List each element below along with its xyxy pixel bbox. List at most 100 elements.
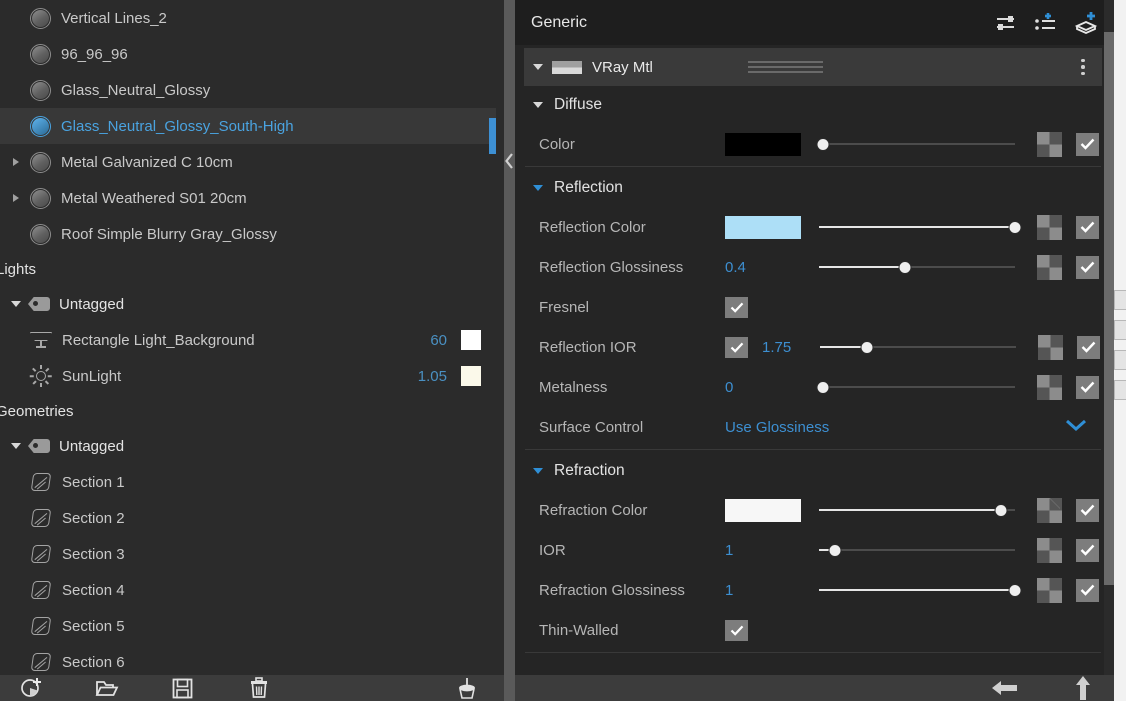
material-row[interactable]: Vertical Lines_2 (0, 0, 504, 36)
param-value[interactable]: 0.4 (725, 259, 801, 276)
geometry-row[interactable]: Section 6 (0, 644, 504, 675)
light-intensity: 60 (430, 331, 447, 349)
material-node-row[interactable]: VRay Mtl (524, 48, 1102, 86)
material-sphere-icon (30, 7, 51, 29)
group-header-refraction[interactable]: Refraction (515, 452, 1111, 490)
delete-button[interactable] (242, 676, 276, 700)
divider (525, 449, 1101, 450)
back-button[interactable] (988, 676, 1022, 700)
light-color-swatch[interactable] (461, 330, 481, 350)
collapse-panel-chevron-icon[interactable] (504, 150, 515, 172)
lights-untagged-group[interactable]: Untagged (0, 286, 504, 322)
enable-checkbox[interactable] (1076, 498, 1099, 522)
left-scrollbar-track[interactable] (496, 0, 504, 675)
add-to-list-icon[interactable] (1031, 8, 1061, 38)
value-slider[interactable] (819, 580, 1022, 600)
geometry-row[interactable]: Section 3 (0, 536, 504, 572)
divider (525, 166, 1101, 167)
left-scrollbar-thumb[interactable] (489, 118, 496, 154)
texture-slot-icon[interactable] (1037, 374, 1062, 400)
material-collapse-arrow-icon[interactable] (530, 48, 546, 86)
texture-slot-icon[interactable] (1037, 214, 1062, 240)
param-value[interactable]: 1 (725, 542, 801, 559)
material-row[interactable]: Metal Weathered S01 20cm (0, 180, 504, 216)
panel-splitter[interactable] (504, 0, 515, 675)
chevron-down-icon[interactable] (1065, 418, 1087, 437)
param-label: Fresnel (539, 298, 590, 316)
param-value[interactable]: 1 (725, 582, 801, 599)
geometry-row[interactable]: Section 2 (0, 500, 504, 536)
texture-slot-icon[interactable] (1037, 577, 1062, 603)
geometry-row[interactable]: Section 4 (0, 572, 504, 608)
param-label: Color (539, 135, 575, 153)
enable-checkbox[interactable] (1076, 215, 1099, 239)
collapse-arrow-icon[interactable] (8, 286, 24, 322)
group-header-diffuse[interactable]: Diffuse (515, 86, 1111, 124)
param-row-reflection-color: Reflection Color (515, 207, 1111, 247)
param-value[interactable]: 1.75 (762, 339, 802, 356)
color-swatch[interactable] (725, 498, 801, 522)
material-sphere-icon (30, 43, 51, 65)
param-row-diffuse-color: Color (515, 124, 1111, 164)
material-row[interactable]: Metal Galvanized C 10cm (0, 144, 504, 180)
group-label: Untagged (59, 295, 125, 313)
add-layer-icon[interactable] (1071, 8, 1101, 38)
texture-slot-icon[interactable] (1037, 537, 1062, 563)
enable-checkbox[interactable] (1076, 538, 1099, 562)
material-row[interactable]: Roof Simple Blurry Gray_Glossy (0, 216, 504, 252)
expand-arrow-icon[interactable] (8, 144, 24, 180)
expand-arrow-icon[interactable] (8, 180, 24, 216)
texture-slot-icon[interactable] (1037, 254, 1062, 280)
enable-checkbox[interactable] (1076, 578, 1099, 602)
kebab-menu-icon[interactable] (1072, 58, 1094, 76)
value-slider[interactable] (816, 377, 1015, 397)
texture-slot-icon[interactable] (1037, 131, 1062, 157)
material-label: Glass_Neutral_Glossy_South-High (61, 117, 294, 135)
texture-slot-icon[interactable] (1038, 334, 1063, 360)
value-slider[interactable] (819, 540, 1015, 560)
navigation-toolbar (515, 675, 1111, 701)
group-header-reflection[interactable]: Reflection (515, 169, 1111, 207)
geometries-untagged-group[interactable]: Untagged (0, 428, 504, 464)
tag-icon (28, 297, 50, 311)
enable-checkbox[interactable] (1077, 335, 1100, 359)
collapse-arrow-icon[interactable] (8, 428, 24, 464)
group-title: Diffuse (554, 96, 602, 113)
enable-checkbox[interactable] (1076, 132, 1099, 156)
color-swatch[interactable] (725, 132, 801, 156)
surface-control-select[interactable]: Use Glossiness (725, 419, 829, 436)
purge-button[interactable] (450, 676, 484, 700)
reflection-ior-checkbox[interactable] (725, 336, 748, 358)
fresnel-checkbox[interactable] (725, 296, 748, 318)
sliders-icon[interactable] (991, 8, 1021, 38)
add-material-button[interactable] (14, 676, 48, 700)
thin-walled-checkbox[interactable] (725, 619, 748, 641)
light-row[interactable]: Rectangle Light_Background 60 (0, 322, 504, 358)
light-row[interactable]: SunLight 1.05 (0, 358, 504, 394)
material-row[interactable]: Glass_Neutral_Glossy (0, 72, 504, 108)
param-value[interactable]: 0 (725, 379, 801, 396)
save-button[interactable] (165, 676, 199, 700)
texture-slot-icon[interactable] (1037, 497, 1062, 523)
page-title: Generic (531, 13, 588, 31)
open-folder-button[interactable] (90, 676, 124, 700)
section-plane-icon (30, 579, 52, 601)
color-swatch[interactable] (725, 215, 801, 239)
enable-checkbox[interactable] (1076, 255, 1099, 279)
value-slider[interactable] (819, 257, 1015, 277)
value-slider[interactable] (820, 337, 1016, 357)
light-color-swatch[interactable] (461, 366, 481, 386)
divider (525, 652, 1101, 653)
material-row-selected[interactable]: Glass_Neutral_Glossy_South-High (0, 108, 504, 144)
value-slider[interactable] (819, 500, 1015, 520)
geometry-row[interactable]: Section 5 (0, 608, 504, 644)
vray-asset-editor: Vertical Lines_2 96_96_96 Glass_Neutral_… (0, 0, 1126, 701)
value-slider[interactable] (816, 134, 1015, 154)
material-row[interactable]: 96_96_96 (0, 36, 504, 72)
enable-checkbox[interactable] (1076, 375, 1099, 399)
sun-icon (30, 365, 52, 387)
geometry-row[interactable]: Section 1 (0, 464, 504, 500)
value-slider[interactable] (819, 217, 1022, 237)
up-button[interactable] (1066, 676, 1100, 700)
right-scrollbar-thumb[interactable] (1104, 32, 1114, 585)
